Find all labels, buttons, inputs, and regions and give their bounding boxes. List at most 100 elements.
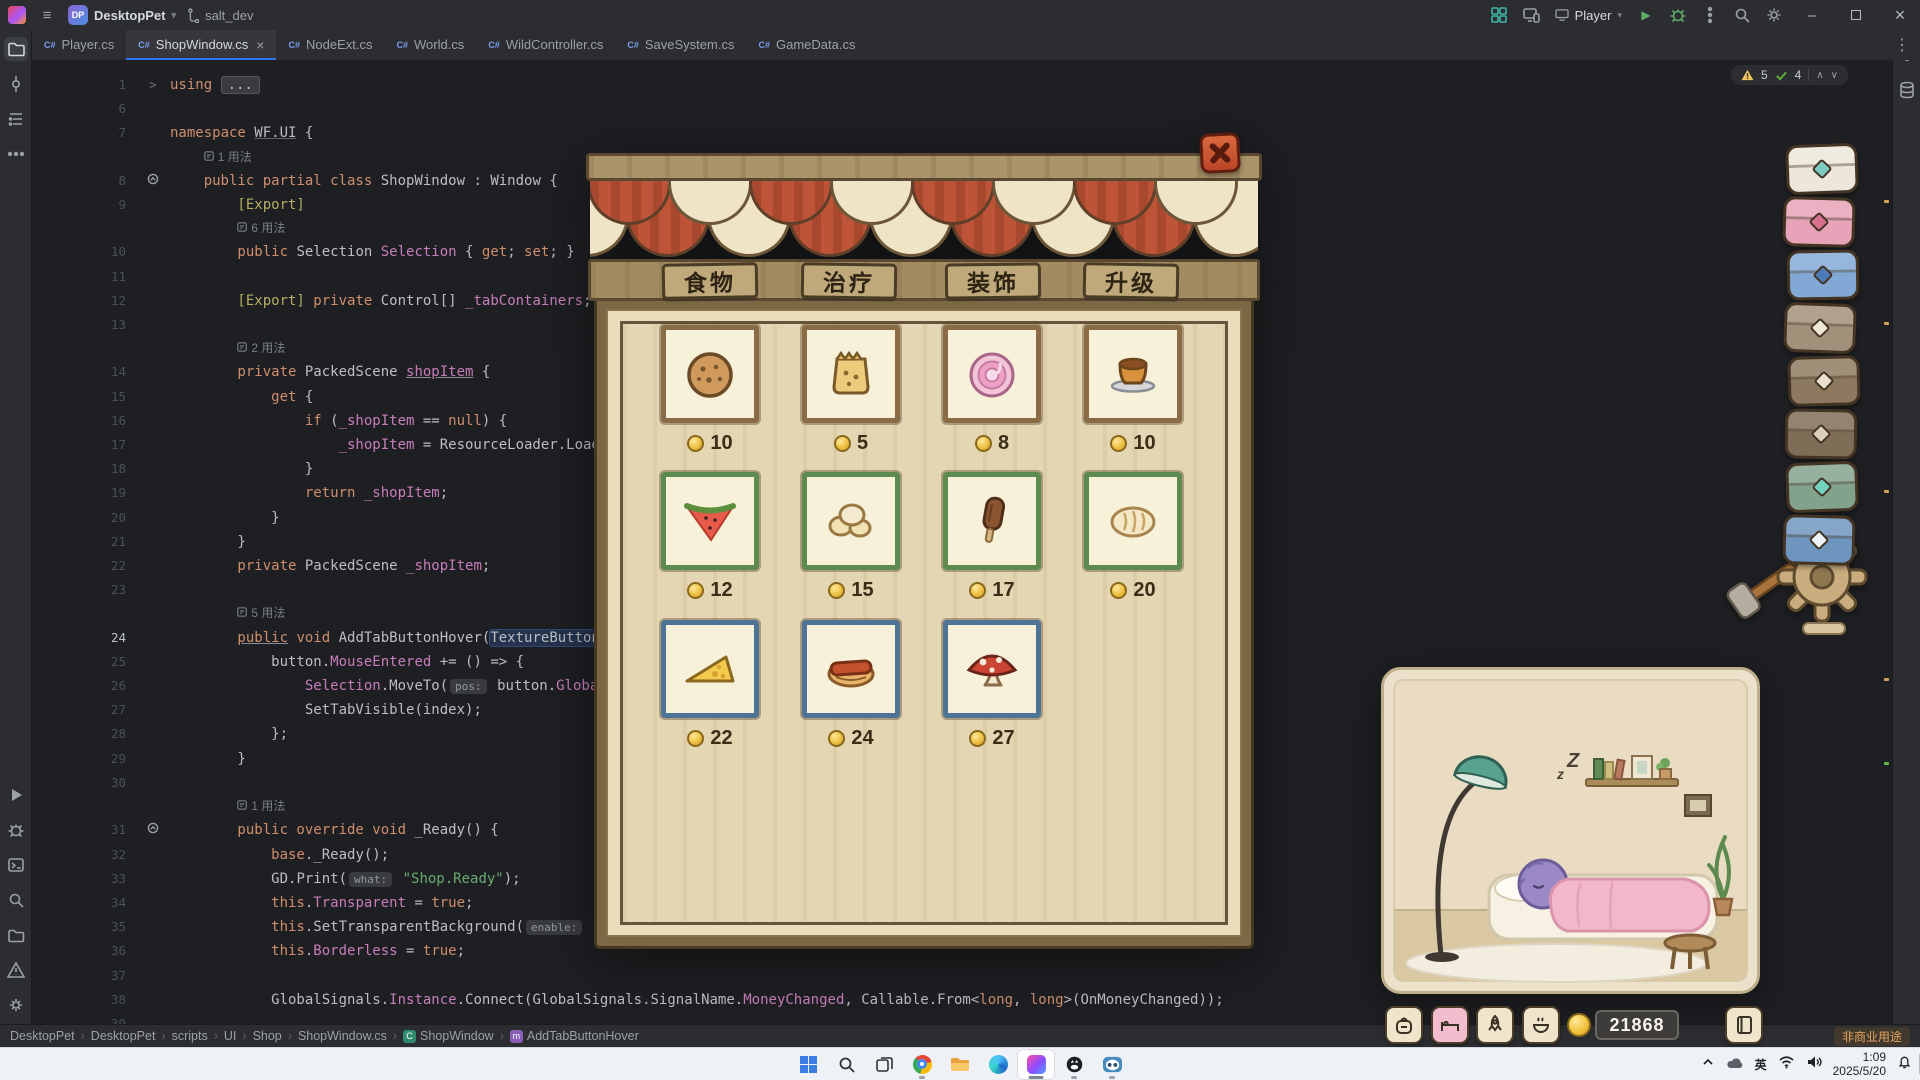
shop-close-button[interactable] [1199, 132, 1241, 174]
shop-tab-3[interactable]: 装饰 [945, 262, 1041, 299]
usages-codelens[interactable]: 6 用法 [237, 221, 285, 235]
commit-tool-icon[interactable] [4, 72, 28, 96]
chest-widget[interactable] [1782, 514, 1855, 566]
problems-tool-icon[interactable] [4, 958, 28, 982]
editor-tab-World.cs[interactable]: C#World.cs [384, 30, 476, 59]
bed-button[interactable] [1431, 1006, 1469, 1044]
editor-tab-SaveSystem.cs[interactable]: C#SaveSystem.cs [615, 30, 746, 59]
shop-tab-4[interactable]: 升级 [1083, 262, 1180, 300]
task-view-taskbar-button[interactable] [866, 1050, 902, 1079]
line-number[interactable]: 23 [32, 578, 136, 601]
line-number[interactable]: 10 [32, 240, 136, 263]
window-close-button[interactable]: × [1880, 0, 1920, 30]
prev-issue-icon[interactable]: ∧ [1816, 70, 1823, 81]
vcs-branch-selector[interactable]: salt_dev [186, 7, 253, 23]
breadcrumb-item[interactable]: DesktopPet [91, 1029, 156, 1043]
license-badge[interactable]: 非商业用途 [1834, 1027, 1910, 1046]
line-number[interactable]: 25 [32, 650, 136, 673]
line-number[interactable]: 11 [32, 265, 136, 288]
shop-item-cheese[interactable]: 22 [661, 620, 759, 750]
override-gutter-icon[interactable] [136, 170, 170, 193]
main-menu-icon[interactable]: ≡ [36, 7, 58, 24]
volume-icon[interactable] [1806, 1055, 1822, 1074]
more-tools-icon[interactable] [4, 142, 28, 166]
shop-item-candy[interactable]: 8 [943, 325, 1041, 455]
shop-item-cookie[interactable]: 10 [661, 325, 759, 455]
line-number[interactable]: 37 [32, 964, 136, 987]
line-number[interactable]: 38 [32, 988, 136, 1011]
win-start-taskbar-button[interactable] [790, 1050, 826, 1079]
chest-widget[interactable] [1783, 302, 1857, 354]
usages-codelens[interactable]: 1 用法 [204, 150, 252, 164]
run-tool-icon[interactable] [4, 783, 28, 807]
breadcrumb-item[interactable]: Shop [253, 1029, 282, 1043]
editor-tab-ShopWindow.cs[interactable]: C#ShopWindow.cs× [126, 30, 276, 59]
line-number[interactable]: 15 [32, 385, 136, 408]
run-configuration-selector[interactable]: Player ▾ [1549, 8, 1628, 23]
search-everywhere-icon[interactable] [1728, 2, 1756, 28]
line-number[interactable]: 21 [32, 530, 136, 553]
breadcrumb-item[interactable]: CShopWindow [403, 1029, 494, 1043]
usages-codelens[interactable]: 5 用法 [237, 606, 285, 620]
editor-tab-Player.cs[interactable]: C#Player.cs [32, 30, 126, 59]
line-number[interactable]: 28 [32, 722, 136, 745]
taskbar-clock[interactable]: 1:09 2025/5/20 [1833, 1050, 1886, 1078]
line-number[interactable]: 26 [32, 674, 136, 697]
breadcrumb-item[interactable]: scripts [172, 1029, 208, 1043]
shop-item-dumpling[interactable]: 15 [802, 472, 900, 602]
line-number[interactable]: 30 [32, 771, 136, 794]
override-gutter-icon[interactable] [136, 819, 170, 842]
usages-codelens[interactable]: 2 用法 [237, 341, 285, 355]
more-actions-icon[interactable] [1696, 2, 1724, 28]
run-button[interactable]: ▶ [1632, 2, 1660, 28]
terminal-tool-icon[interactable] [4, 853, 28, 877]
code-line[interactable]: 6 [32, 97, 1892, 121]
edge-taskbar-button[interactable] [980, 1050, 1016, 1079]
github-taskbar-button[interactable] [1056, 1050, 1092, 1079]
window-maximize-button[interactable] [1836, 0, 1876, 30]
shop-item-mushroom[interactable]: 27 [943, 620, 1041, 750]
win-search-taskbar-button[interactable] [828, 1050, 864, 1079]
project-selector[interactable]: DP DesktopPet ▾ [68, 5, 176, 25]
editor-tab-NodeExt.cs[interactable]: C#NodeExt.cs [276, 30, 384, 59]
line-number[interactable]: 1 [32, 73, 136, 96]
rocket-button[interactable] [1476, 1006, 1514, 1044]
bowl-button[interactable] [1522, 1006, 1560, 1044]
shop-tab-1[interactable]: 食物 [662, 262, 759, 300]
shop-item-bread[interactable]: 20 [1084, 472, 1182, 602]
breadcrumb-item[interactable]: mAddTabButtonHover [510, 1029, 639, 1043]
line-number[interactable]: 13 [32, 313, 136, 336]
godot-taskbar-button[interactable] [1094, 1050, 1130, 1079]
files-tool-icon[interactable] [4, 923, 28, 947]
line-number[interactable]: 39 [32, 1012, 136, 1024]
line-number[interactable]: 12 [32, 289, 136, 312]
pet-widget-handle[interactable] [1802, 622, 1846, 635]
line-number[interactable]: 32 [32, 843, 136, 866]
debug-tool-icon[interactable] [4, 818, 28, 842]
journal-button[interactable] [1725, 1006, 1763, 1044]
chest-widget[interactable] [1785, 143, 1859, 195]
chest-widget[interactable] [1785, 408, 1858, 459]
line-number[interactable]: 27 [32, 698, 136, 721]
settings-gear-icon[interactable] [1760, 2, 1788, 28]
line-number[interactable]: 9 [32, 193, 136, 216]
breadcrumb-item[interactable]: DesktopPet [10, 1029, 75, 1043]
line-number[interactable]: 35 [32, 915, 136, 938]
debug-button[interactable] [1664, 2, 1692, 28]
line-number[interactable]: 18 [32, 457, 136, 480]
rider-taskbar-button[interactable] [1018, 1050, 1054, 1079]
inspections-widget[interactable]: 5 4 ∧ ∨ [1731, 65, 1848, 85]
wifi-icon[interactable] [1778, 1055, 1795, 1074]
devices-icon[interactable] [1517, 2, 1545, 28]
tray-chevron-icon[interactable] [1701, 1055, 1715, 1074]
shop-item-pudding[interactable]: 10 [1084, 325, 1182, 455]
line-number[interactable]: 19 [32, 481, 136, 504]
next-issue-icon[interactable]: ∨ [1831, 70, 1838, 81]
chrome-taskbar-button[interactable] [904, 1050, 940, 1079]
line-number[interactable]: 20 [32, 506, 136, 529]
line-number[interactable]: 8 [32, 169, 136, 192]
line-number[interactable]: 6 [32, 97, 136, 120]
shop-item-watermelon[interactable]: 12 [661, 472, 759, 602]
shop-tab-2[interactable]: 治疗 [801, 262, 897, 299]
notification-bell-icon[interactable] [1897, 1054, 1912, 1074]
